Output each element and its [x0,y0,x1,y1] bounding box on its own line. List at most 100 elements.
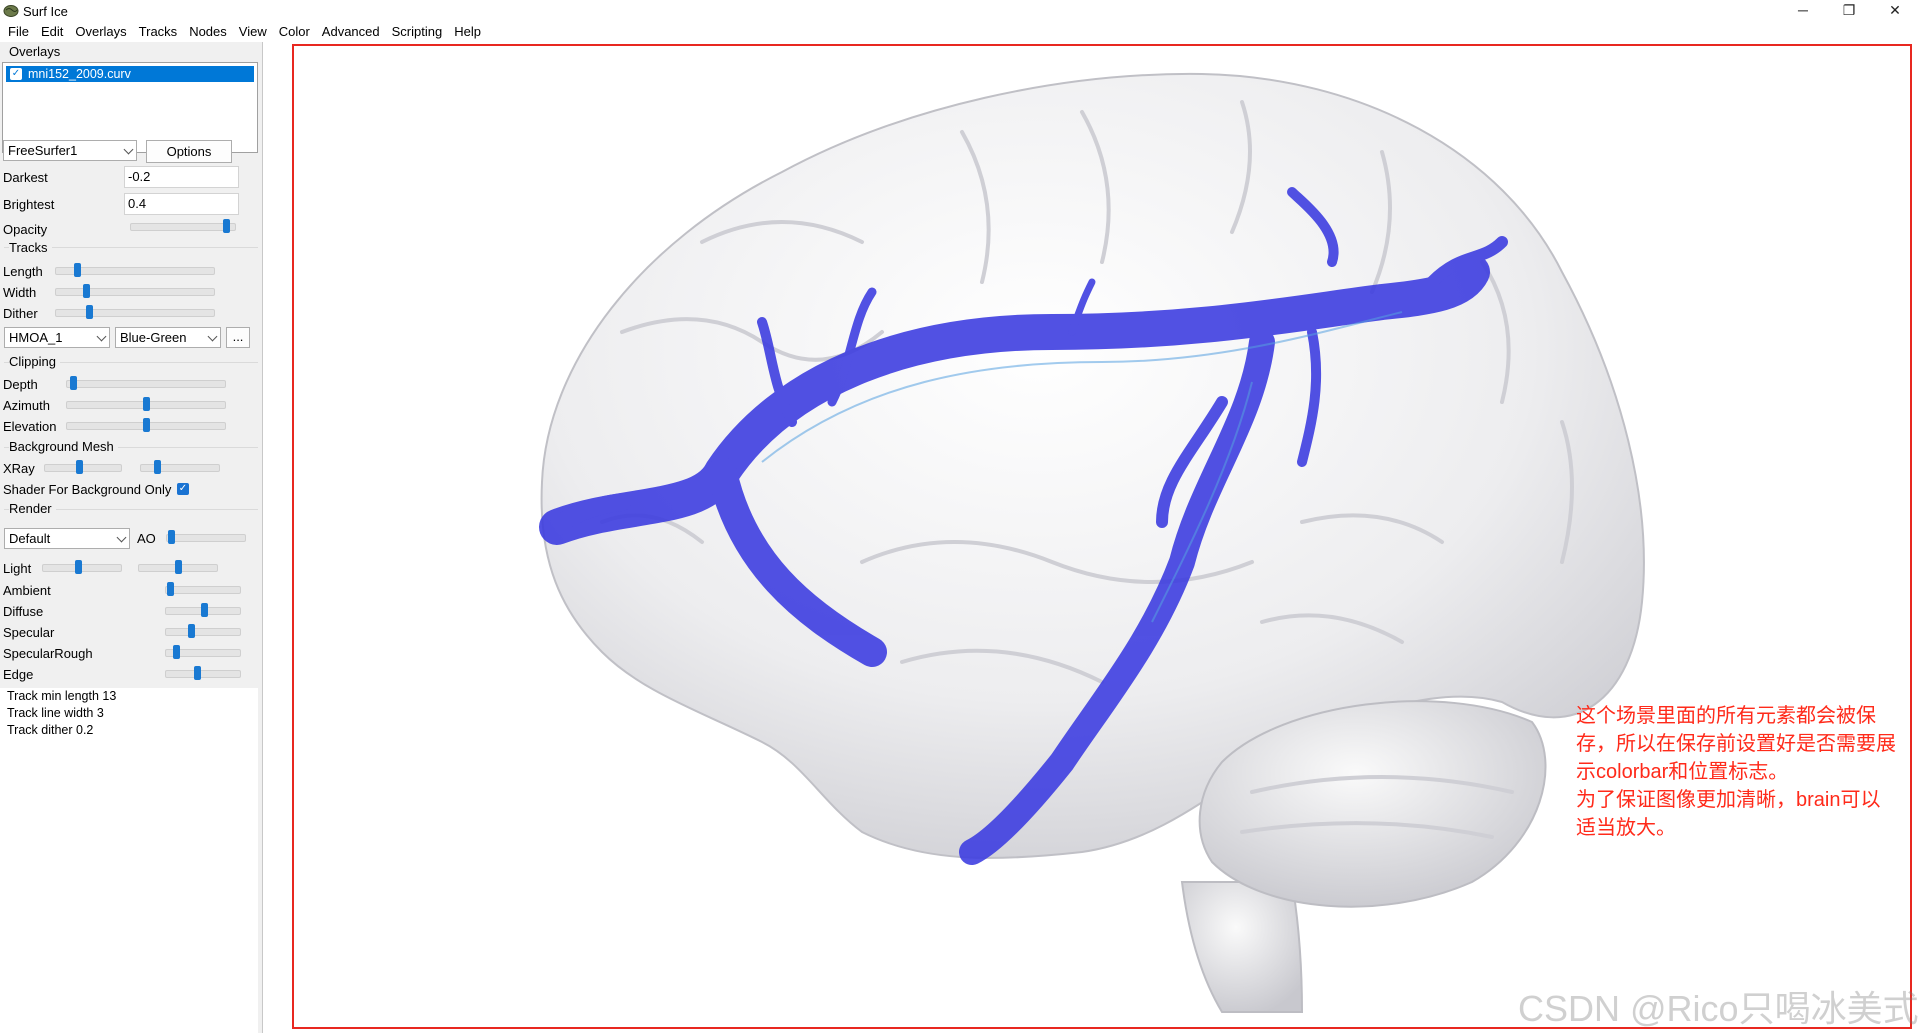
render-group-label: Render [9,501,56,516]
menu-nodes[interactable]: Nodes [183,22,233,42]
info-text-box[interactable]: Track min length 13 Track line width 3 T… [0,688,258,1033]
close-button[interactable]: ✕ [1872,0,1918,22]
slider-thumb[interactable] [168,530,175,544]
menu-file[interactable]: File [0,22,35,42]
info-line: Track min length 13 [7,689,117,703]
slider-thumb[interactable] [194,666,201,680]
annotation-line: 为了保证图像更加清晰，brain可以 [1576,789,1881,811]
slider-thumb[interactable] [175,560,182,574]
ao-slider[interactable] [166,530,246,544]
track-dither-slider[interactable] [55,305,215,319]
clip-azimuth-label: Azimuth [3,398,50,413]
menu-overlays[interactable]: Overlays [69,22,132,42]
specular-rough-slider[interactable] [165,645,241,659]
slider-thumb[interactable] [76,460,83,474]
clip-elevation-label: Elevation [3,419,57,434]
render-viewport[interactable] [292,44,1912,1029]
slider-thumb[interactable] [86,305,93,319]
menu-bar: File Edit Overlays Tracks Nodes View Color Adva… [0,22,1920,42]
window-title: Surf Ice [23,4,68,19]
light-label: Light [3,561,32,576]
title-bar: Surf Ice ─ ❐ ✕ [0,0,1920,22]
info-line: Track dither 0.2 [7,723,94,737]
slider-thumb[interactable] [143,418,150,432]
annotation-line: 示colorbar和位置标志。 [1576,761,1789,783]
clip-depth-slider[interactable] [66,376,226,390]
diffuse-slider[interactable] [165,603,241,617]
brightest-label: Brightest [3,197,55,212]
slider-thumb[interactable] [223,219,230,233]
annotation-line: 这个场景里面的所有元素都会被保 [1576,705,1876,727]
control-panel: Overlays ✓ mni152_2009.curv FreeSurfer1 … [0,42,263,1033]
slider-thumb[interactable] [154,460,161,474]
slider-thumb[interactable] [201,603,208,617]
clip-elevation-slider[interactable] [66,418,226,432]
overlay-colormap-select[interactable]: FreeSurfer1 [3,140,137,161]
chevron-down-icon [123,144,134,155]
track-width-slider[interactable] [55,284,215,298]
xray-overlay-slider[interactable] [140,460,220,474]
slider-thumb[interactable] [83,284,90,298]
diffuse-label: Diffuse [3,604,44,619]
app-icon [3,5,19,17]
annotation-line: 存，所以在保存前设置好是否需要展 [1576,733,1896,755]
menu-advanced[interactable]: Advanced [316,22,386,42]
maximize-button[interactable]: ❐ [1826,0,1872,22]
track-atlas-value: HMOA_1 [9,330,63,345]
specular-label: Specular [3,625,55,640]
minimize-button[interactable]: ─ [1780,0,1826,22]
slider-thumb[interactable] [74,263,81,277]
overlay-options-button[interactable]: Options [146,140,232,163]
annotation-text: 这个场景里面的所有元素都会被保 存，所以在保存前设置好是否需要展 示colorb… [1576,702,1916,842]
menu-view[interactable]: View [233,22,273,42]
edge-slider[interactable] [165,666,241,680]
edge-label: Edge [3,667,34,682]
render-shader-value: Default [9,531,51,546]
chevron-down-icon [116,532,127,543]
darkest-input[interactable]: -0.2 [124,166,239,188]
opacity-slider[interactable] [130,219,236,233]
slider-thumb[interactable] [188,624,195,638]
track-atlas-select[interactable]: HMOA_1 [4,327,110,348]
clipping-group-label: Clipping [9,354,60,369]
shader-background-checkbox[interactable]: ✓ [177,483,189,495]
xray-label: XRay [3,461,35,476]
track-width-label: Width [3,285,37,300]
brain-render[interactable] [294,46,1910,1027]
background-mesh-group-label: Background Mesh [9,439,118,454]
overlay-item-name: mni152_2009.curv [28,67,131,81]
track-length-label: Length [3,264,43,279]
overlay-item[interactable]: ✓ mni152_2009.curv [6,66,254,82]
menu-scripting[interactable]: Scripting [386,22,449,42]
info-line: Track line width 3 [7,706,104,720]
slider-thumb[interactable] [143,397,150,411]
track-length-slider[interactable] [55,263,215,277]
render-shader-select[interactable]: Default [4,528,130,549]
clip-depth-label: Depth [3,377,38,392]
annotation-line: 适当放大。 [1576,817,1676,839]
slider-thumb[interactable] [75,560,82,574]
tracks-group-label: Tracks [9,240,52,255]
menu-tracks[interactable]: Tracks [133,22,184,42]
clip-azimuth-slider[interactable] [66,397,226,411]
track-color-select[interactable]: Blue-Green [115,327,221,348]
light-azimuth-slider[interactable] [42,560,122,574]
menu-edit[interactable]: Edit [35,22,69,42]
brainstem-shape [1180,881,1304,1013]
ambient-slider[interactable] [165,582,241,596]
light-elevation-slider[interactable] [138,560,218,574]
overlay-visible-checkbox[interactable]: ✓ [10,68,22,80]
ao-label: AO [137,531,156,546]
track-dither-label: Dither [3,306,38,321]
specular-rough-label: SpecularRough [3,646,93,661]
menu-color[interactable]: Color [273,22,316,42]
menu-help[interactable]: Help [448,22,487,42]
track-more-button[interactable]: ... [226,327,250,348]
slider-thumb[interactable] [173,645,180,659]
brightest-input[interactable]: 0.4 [124,193,239,215]
specular-slider[interactable] [165,624,241,638]
overlays-group-label: Overlays [9,44,61,59]
slider-thumb[interactable] [167,582,174,596]
xray-mesh-slider[interactable] [44,460,122,474]
slider-thumb[interactable] [70,376,77,390]
